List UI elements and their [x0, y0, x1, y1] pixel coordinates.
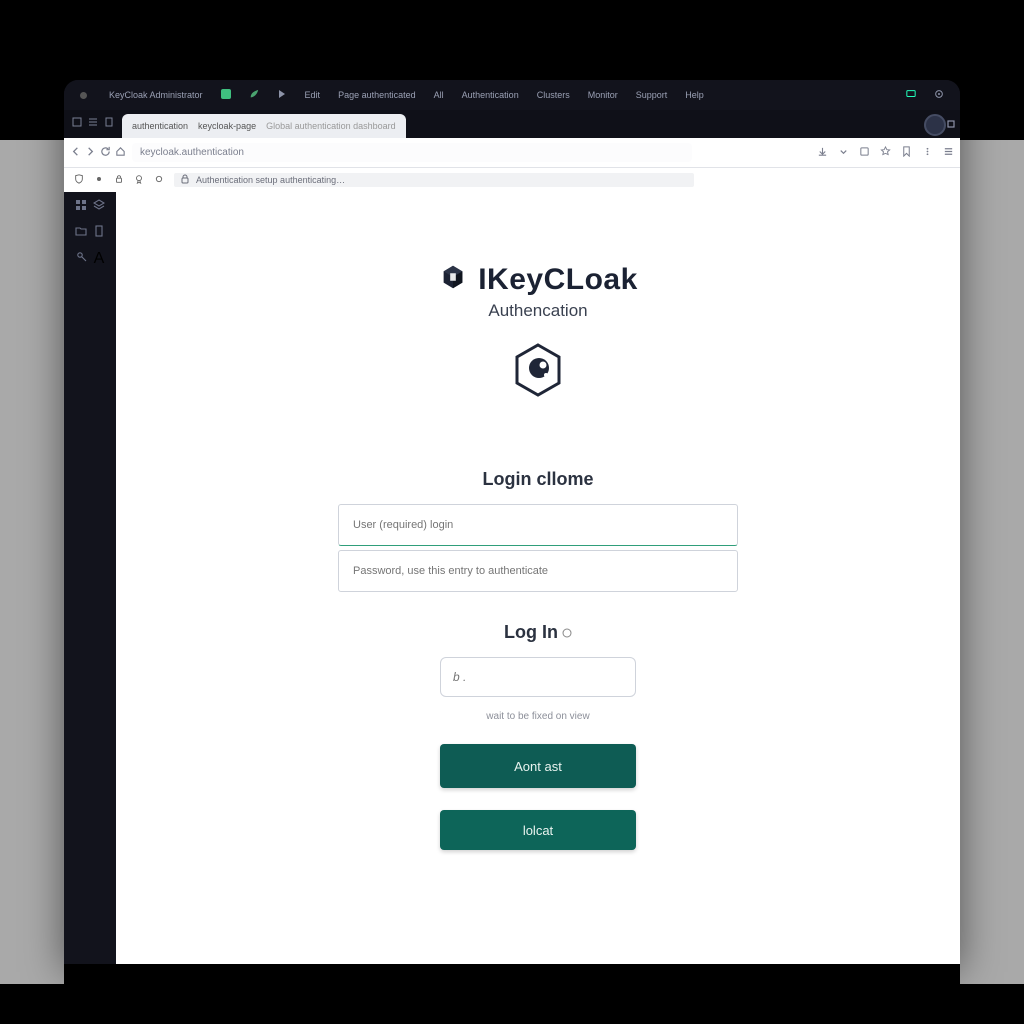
menu-all[interactable]: All — [434, 90, 444, 100]
device-bezel-right — [960, 140, 1024, 984]
menubar-app: KeyCloak Administrator — [109, 90, 203, 100]
hex-badge-icon — [509, 341, 567, 399]
username-input[interactable] — [338, 504, 738, 546]
home-icon[interactable] — [115, 144, 126, 162]
login-section-title: Log In — [504, 622, 572, 643]
reload-icon[interactable] — [100, 144, 111, 162]
dot-icon — [94, 174, 104, 186]
helper-text: wait to be fixed on view — [486, 711, 589, 722]
tab-title-3: Global authentication dashboard — [266, 121, 396, 131]
bookmark-icon[interactable] — [901, 144, 912, 162]
menu-clusters[interactable]: Clusters — [537, 90, 570, 100]
user-icon[interactable]: A — [94, 250, 105, 268]
info-strip: Authentication setup authenticating… — [174, 173, 694, 187]
device-bezel-left — [0, 140, 64, 984]
tab-title-1: authentication — [132, 121, 188, 131]
password-input[interactable] — [338, 550, 738, 592]
menu-support[interactable]: Support — [636, 90, 668, 100]
address-bar: keycloak.authentication — [64, 138, 960, 168]
leaf-icon — [249, 89, 259, 101]
tab-title-2: keycloak-page — [198, 121, 256, 131]
star-icon[interactable] — [880, 144, 891, 162]
maximize-icon[interactable] — [946, 116, 956, 134]
lock-icon[interactable] — [114, 174, 124, 186]
back-icon[interactable] — [70, 144, 81, 162]
code-input[interactable] — [440, 657, 636, 697]
menubar: KeyCloak Administrator Edit Page authent… — [64, 80, 960, 110]
key-icon[interactable] — [76, 250, 88, 268]
chevron-down-icon[interactable] — [838, 144, 849, 162]
secure-icon — [180, 174, 190, 186]
panel-icon[interactable] — [72, 114, 82, 132]
menu-help[interactable]: Help — [685, 90, 704, 100]
brand-area: IKeyCLoak Authencation — [116, 262, 960, 399]
status-indicator-icon — [221, 89, 231, 101]
refresh-small-icon[interactable] — [154, 174, 164, 186]
address-field[interactable]: keycloak.authentication — [132, 143, 692, 162]
menu-monitor[interactable]: Monitor — [588, 90, 618, 100]
brand-subtitle: Authencation — [488, 301, 587, 321]
info-text: Authentication setup authenticating… — [196, 175, 345, 185]
more-icon[interactable] — [922, 144, 933, 162]
app-window: KeyCloak Administrator Edit Page authent… — [64, 80, 960, 964]
window-control-icon[interactable] — [80, 92, 87, 99]
chat-icon[interactable] — [906, 89, 916, 101]
folder-icon[interactable] — [75, 224, 87, 242]
forward-icon[interactable] — [85, 144, 96, 162]
page-content: IKeyCLoak Authencation Login cllome Log … — [116, 192, 960, 964]
form-header: Login cllome — [482, 469, 593, 490]
brand-name: IKeyCLoak — [478, 263, 638, 297]
list-icon[interactable] — [88, 114, 98, 132]
side-icon-column: A — [64, 192, 116, 964]
menu-icon[interactable] — [943, 144, 954, 162]
primary-action-button[interactable]: Aont ast — [440, 744, 636, 788]
tab-bar: authentication keycloak-page Global auth… — [64, 110, 960, 138]
shield-icon[interactable] — [74, 174, 84, 186]
arrow-right-icon — [277, 89, 287, 101]
info-toolbar: Authentication setup authenticating… — [64, 168, 960, 192]
settings-icon[interactable] — [934, 89, 944, 101]
download-icon[interactable] — [817, 144, 828, 162]
secondary-action-button[interactable]: lolcat — [440, 810, 636, 850]
avatar[interactable] — [924, 114, 946, 136]
browser-tab[interactable]: authentication keycloak-page Global auth… — [122, 114, 406, 138]
page-icon[interactable] — [104, 114, 114, 132]
menu-edit[interactable]: Edit — [305, 90, 321, 100]
menu-page[interactable]: Page authenticated — [338, 90, 416, 100]
extensions-icon[interactable] — [859, 144, 870, 162]
info-icon — [562, 622, 572, 643]
login-form: Login cllome Log In wait to be fixed on … — [116, 469, 960, 850]
keycloak-logo-icon — [438, 262, 468, 297]
menu-authentication[interactable]: Authentication — [462, 90, 519, 100]
cert-icon[interactable] — [134, 174, 144, 186]
grid-icon[interactable] — [75, 198, 87, 216]
layers-icon[interactable] — [93, 198, 105, 216]
doc-icon[interactable] — [93, 224, 105, 242]
